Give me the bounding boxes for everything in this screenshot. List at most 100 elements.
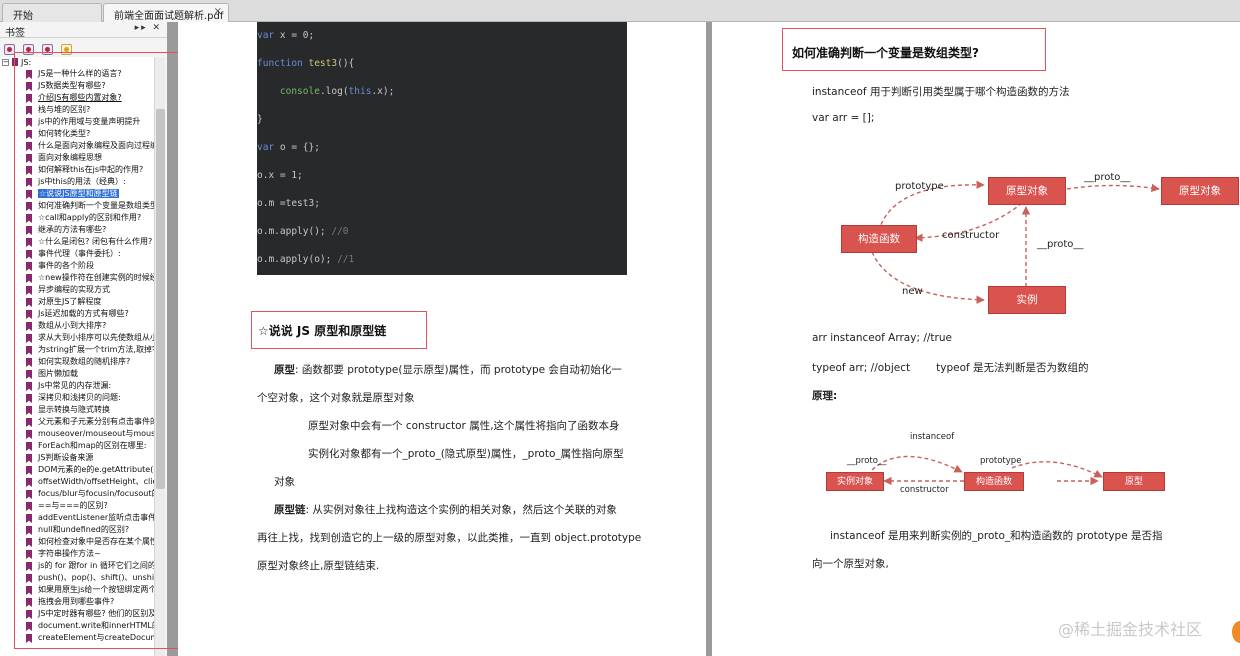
bookmark-item[interactable]: ☆什么是闭包? 闭包有什么作用? — [26, 236, 154, 248]
bookmark-delete-icon[interactable] — [42, 44, 53, 55]
label-prototype-2: prototype — [980, 456, 1022, 466]
chain-para-line3: 原型对象终止,原型链结束. — [257, 560, 380, 572]
bookmark-scrollbar[interactable] — [154, 57, 165, 656]
bookmark-item[interactable]: addEventListener监听点击事件与 — [26, 512, 154, 524]
bookmark-item[interactable]: 显示转换与隐式转换 — [26, 404, 154, 416]
bookmark-item[interactable]: ==与===的区别? — [26, 500, 154, 512]
bookmark-item[interactable]: 图片懒加载 — [26, 368, 154, 380]
bookmark-item[interactable]: 如果用原生js给一个按钮绑定两个 — [26, 584, 154, 596]
bookmark-item[interactable]: 父元素和子元素分别有点击事件的 — [26, 416, 154, 428]
bookmark-item-label: JS数据类型有哪些? — [38, 81, 106, 90]
bookmark-list: JS是一种什么样的语言? JS数据类型有哪些? 介绍JS有哪些内置对象? 栈与堆的区别… — [26, 68, 154, 644]
bookmark-item-label: ☆什么是闭包? 闭包有什么作用? — [38, 237, 153, 246]
bookmark-item[interactable]: 什么是面向对象编程及面向过程编 — [26, 140, 154, 152]
bookmark-item[interactable]: document.write和innerHTML的区 — [26, 620, 154, 632]
proto-para-line5: 对象 — [274, 476, 295, 488]
code-line: } — [257, 114, 263, 125]
bookmark-item-label: 如何准确判断一个变量是数组类型 — [38, 201, 154, 210]
bookmark-item[interactable]: 数组从小到大排序? — [26, 320, 154, 332]
bookmark-item[interactable]: focus/blur与focusin/focusout的区 — [26, 488, 154, 500]
node-prototype-object: 原型对象 — [988, 177, 1066, 205]
bookmark-item[interactable]: 异步编程的实现方式 — [26, 284, 154, 296]
bookmark-item[interactable]: 求从大到小排序可以先使数组从小 — [26, 332, 154, 344]
bookmark-icon — [26, 418, 32, 427]
proto-para-line4: 实例化对象都有一个_proto_(隐式原型)属性，_proto_属性指向原型 — [308, 448, 624, 460]
tab-start[interactable]: 开始 — [2, 3, 102, 22]
bookmark-item[interactable]: 如何解释this在js中起的作用? — [26, 164, 154, 176]
bookmark-item[interactable]: js的 for 跟for in 循环它们之间的 — [26, 560, 154, 572]
bookmark-item[interactable]: JS判断设备来源 — [26, 452, 154, 464]
bookmark-item[interactable]: 继承的方法有哪些? — [26, 224, 154, 236]
bookmark-item[interactable]: JS是一种什么样的语言? — [26, 68, 154, 80]
pdf-page-right: 如何准确判断一个变量是数组类型? instanceof 用于判断引用类型属于哪个… — [712, 22, 1240, 656]
bookmark-icon — [26, 406, 32, 415]
bookmark-item[interactable]: 对原生JS了解程度 — [26, 296, 154, 308]
bookmark-add-icon[interactable] — [23, 44, 34, 55]
bookmark-item[interactable]: 拖拽会用到哪些事件? — [26, 596, 154, 608]
bookmark-item[interactable]: ForEach和map的区别在哪里: — [26, 440, 154, 452]
bookmark-item[interactable]: DOM元素的e的e.getAttribute(p — [26, 464, 154, 476]
bookmark-expand-icon[interactable] — [4, 44, 15, 55]
bookmark-item[interactable]: 如何准确判断一个变量是数组类型 — [26, 200, 154, 212]
bookmark-item[interactable]: mouseover/mouseout与mouseen — [26, 428, 154, 440]
bookmark-item[interactable]: Js延迟加载的方式有哪些? — [26, 308, 154, 320]
bookmark-item[interactable]: null和undefined的区别? — [26, 524, 154, 536]
bookmark-root[interactable]: − JS: — [0, 57, 154, 68]
bookmark-item[interactable]: 如何检查对象中是否存在某个属性 — [26, 536, 154, 548]
label-proto-vertical: __proto__ — [1037, 239, 1084, 250]
bookmark-icon — [26, 382, 32, 391]
bookmark-icon — [12, 58, 18, 66]
bookmark-item[interactable]: 栈与堆的区别? — [26, 104, 154, 116]
bookmark-item[interactable]: 介绍JS有哪些内置对象? — [26, 92, 154, 104]
bookmark-item[interactable]: JS数据类型有哪些? — [26, 80, 154, 92]
tab-bar: 开始 前端全面面试题解析.pdf × — [0, 0, 1240, 22]
bookmark-item[interactable]: ☆call和apply的区别和作用? — [26, 212, 154, 224]
label-instanceof: instanceof — [910, 432, 955, 442]
bookmark-item[interactable]: Js中常见的内存泄漏: — [26, 380, 154, 392]
bookmark-properties-icon[interactable] — [61, 44, 72, 55]
bookmark-item-label: 对原生JS了解程度 — [38, 297, 102, 306]
bookmark-item[interactable]: 面向对象编程思想 — [26, 152, 154, 164]
code-token: test3 — [308, 58, 338, 69]
scrollbar-thumb[interactable] — [156, 109, 165, 489]
bookmark-item[interactable]: createElement与createDocume — [26, 632, 154, 644]
bookmark-item[interactable]: 字符串操作方法~ — [26, 548, 154, 560]
bookmarks-title: 书签 — [5, 28, 25, 39]
tab-pdf[interactable]: 前端全面面试题解析.pdf × — [103, 3, 229, 22]
bookmark-icon — [26, 562, 32, 571]
bookmark-item-label: 深拷贝和浅拷贝的问题: — [38, 393, 121, 402]
bookmark-item[interactable]: 如何实现数组的随机排序? — [26, 356, 154, 368]
typeof-code: typeof arr; //object — [812, 362, 911, 374]
bookmark-item-label: 介绍JS有哪些内置对象? — [38, 93, 122, 102]
bookmark-item-label: 拖拽会用到哪些事件? — [38, 597, 115, 606]
principle-label: 原理: — [812, 390, 838, 402]
para-explain-1: instanceof 是用来判断实例的_proto_和构造函数的 prototy… — [830, 530, 1163, 542]
bookmark-item[interactable]: js中的作用域与变量声明提升 — [26, 116, 154, 128]
panel-controls-icon[interactable]: ▸▸ ✕ — [135, 23, 162, 33]
bookmark-item[interactable]: offsetWidth/offsetHeight、clien — [26, 476, 154, 488]
bookmark-item[interactable]: ☆new操作符在创建实例的时候经历 — [26, 272, 154, 284]
bookmark-item[interactable]: JS中定时器有哪些? 他们的区别及 — [26, 608, 154, 620]
tab-pdf-label: 前端全面面试题解析.pdf — [114, 11, 224, 22]
bookmark-icon — [26, 574, 32, 583]
bookmark-icon — [26, 178, 32, 187]
bookmark-item[interactable]: js中this的用法（经典）: — [26, 176, 154, 188]
proto-para-line3: 原型对象中会有一个 constructor 属性,这个属性将指向了函数本身 — [308, 420, 620, 432]
code-line: var o = {}; — [257, 142, 320, 153]
bookmark-item[interactable]: 事件代理（事件委托）: — [26, 248, 154, 260]
code-token: o.m.apply(); — [257, 226, 332, 237]
bookmark-item[interactable]: 事件的各个阶段 — [26, 260, 154, 272]
bookmark-item[interactable]: ☆说说JS原型和原型链 — [26, 188, 154, 200]
bookmark-icon — [26, 550, 32, 559]
close-icon[interactable]: × — [214, 6, 222, 17]
bookmark-item[interactable]: 深拷贝和浅拷贝的问题: — [26, 392, 154, 404]
bookmark-item[interactable]: push()、pop()、shift()、unshift — [26, 572, 154, 584]
bookmark-icon — [26, 106, 32, 115]
para-instanceof: instanceof 用于判断引用类型属于哪个构造函数的方法 — [812, 86, 1070, 98]
collapse-icon[interactable]: − — [2, 59, 9, 66]
node-constructor: 构造函数 — [841, 225, 917, 253]
bookmark-item[interactable]: 为string扩展一个trim方法,取掉字 — [26, 344, 154, 356]
bookmark-item[interactable]: 如何转化类型? — [26, 128, 154, 140]
bookmark-icon — [26, 346, 32, 355]
